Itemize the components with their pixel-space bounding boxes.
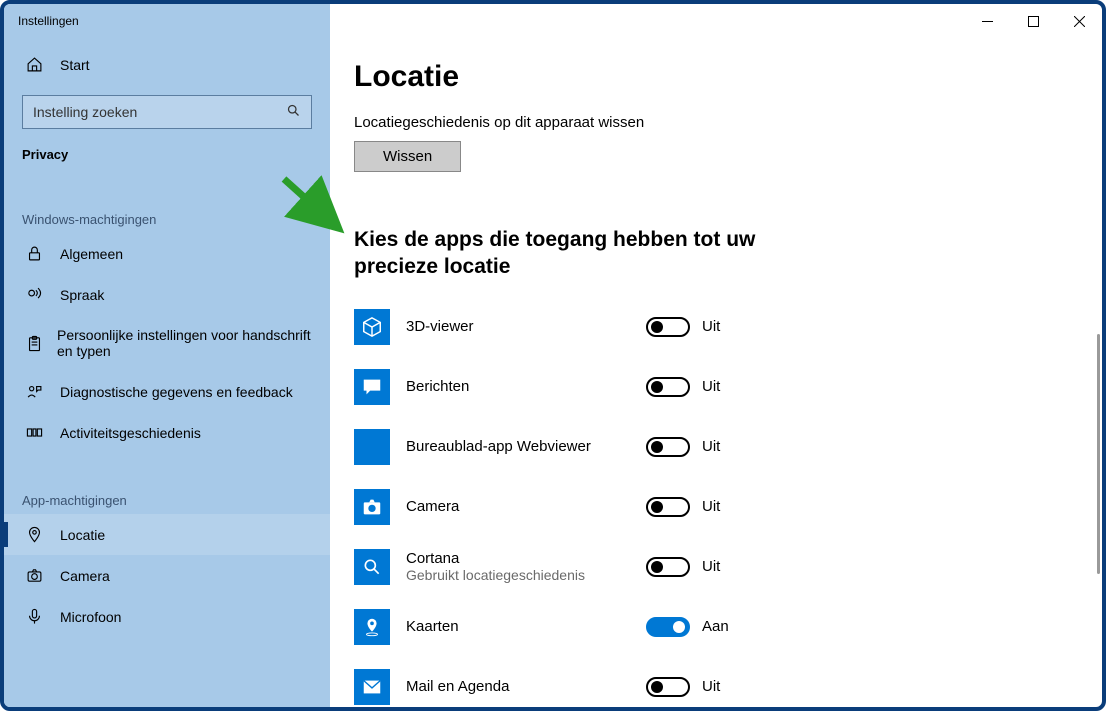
app-name: Camera	[406, 498, 646, 515]
toggle-state: Uit	[702, 678, 720, 695]
search-box[interactable]	[22, 95, 312, 129]
nav-general[interactable]: Algemeen	[4, 233, 330, 274]
nav-label: Algemeen	[60, 246, 123, 262]
app-icon-cube	[354, 309, 390, 345]
nav-camera[interactable]: Camera	[4, 555, 330, 596]
toggle-mail[interactable]	[646, 677, 690, 697]
nav-label: Spraak	[60, 287, 104, 303]
location-icon	[26, 526, 46, 543]
search-icon	[286, 103, 301, 121]
toggle-state: Uit	[702, 378, 720, 395]
app-icon-message	[354, 369, 390, 405]
toggle-3d-viewer[interactable]	[646, 317, 690, 337]
clear-button-label: Wissen	[383, 148, 432, 165]
main-content: Locatie Locatiegeschiedenis op dit appar…	[330, 4, 1102, 707]
toggle-state: Uit	[702, 318, 720, 335]
app-icon-camera	[354, 489, 390, 525]
lock-icon	[26, 245, 46, 262]
toggle-messaging[interactable]	[646, 377, 690, 397]
app-name: Berichten	[406, 378, 646, 395]
nav-label: Persoonlijke instellingen voor handschri…	[57, 327, 312, 359]
activity-icon	[26, 424, 46, 441]
nav-label: Diagnostische gegevens en feedback	[60, 384, 293, 400]
app-name: Mail en Agenda	[406, 678, 646, 695]
app-name: Bureaublad-app Webviewer	[406, 438, 646, 455]
app-row-desktop-webviewer: Bureaublad-app Webviewer Uit	[354, 417, 1062, 477]
app-row-mail: Mail en Agenda Uit	[354, 657, 1062, 707]
toggle-webviewer[interactable]	[646, 437, 690, 457]
app-row-camera: Camera Uit	[354, 477, 1062, 537]
camera-icon	[26, 567, 46, 584]
minimize-button[interactable]	[964, 4, 1010, 38]
app-icon-maps	[354, 609, 390, 645]
mic-icon	[26, 608, 46, 625]
app-icon-blank	[354, 429, 390, 465]
scrollbar[interactable]	[1097, 334, 1100, 574]
feedback-icon	[26, 383, 46, 400]
close-button[interactable]	[1056, 4, 1102, 38]
clear-button[interactable]: Wissen	[354, 141, 461, 172]
app-list: 3D-viewer Uit Berichten Uit	[354, 297, 1062, 707]
window-controls	[964, 4, 1102, 38]
nav-diagnostics[interactable]: Diagnostische gegevens en feedback	[4, 371, 330, 412]
search-input[interactable]	[33, 104, 286, 120]
apps-section-heading: Kies de apps die toegang hebben tot uw p…	[354, 226, 814, 281]
nav-label: Activiteitsgeschiedenis	[60, 425, 201, 441]
home-icon	[26, 56, 46, 73]
toggle-camera[interactable]	[646, 497, 690, 517]
sidebar: Start Privacy Windows-machtigingen Algem…	[4, 4, 330, 707]
maximize-button[interactable]	[1010, 4, 1056, 38]
window-title: Instellingen	[18, 14, 79, 28]
nav-label: Camera	[60, 568, 110, 584]
app-row-messaging: Berichten Uit	[354, 357, 1062, 417]
history-label: Locatiegeschiedenis op dit apparaat wiss…	[354, 114, 1062, 131]
home-button[interactable]: Start	[4, 48, 330, 81]
speech-icon	[26, 286, 46, 303]
app-sublabel: Gebruikt locatiegeschiedenis	[406, 567, 646, 583]
toggle-state: Uit	[702, 498, 720, 515]
toggle-state: Aan	[702, 618, 729, 635]
app-row-maps: Kaarten Aan	[354, 597, 1062, 657]
nav-label: Microfoon	[60, 609, 121, 625]
toggle-state: Uit	[702, 558, 720, 575]
nav-activity[interactable]: Activiteitsgeschiedenis	[4, 412, 330, 453]
home-label: Start	[60, 57, 90, 73]
app-icon-mail	[354, 669, 390, 705]
nav-speech[interactable]: Spraak	[4, 274, 330, 315]
settings-window: Instellingen Start Privacy	[0, 0, 1106, 711]
app-icon-search	[354, 549, 390, 585]
app-name: Kaarten	[406, 618, 646, 635]
clipboard-icon	[26, 335, 43, 352]
category-label: Privacy	[22, 147, 312, 162]
app-name: Cortana	[406, 550, 646, 567]
nav-microphone[interactable]: Microfoon	[4, 596, 330, 637]
page-title: Locatie	[354, 60, 1062, 94]
section-windows-permissions: Windows-machtigingen	[22, 212, 312, 227]
title-bar: Instellingen	[4, 4, 1102, 38]
nav-label: Locatie	[60, 527, 105, 543]
toggle-maps[interactable]	[646, 617, 690, 637]
section-app-permissions: App-machtigingen	[22, 493, 312, 508]
app-row-3d-viewer: 3D-viewer Uit	[354, 297, 1062, 357]
nav-location[interactable]: Locatie	[4, 514, 330, 555]
toggle-state: Uit	[702, 438, 720, 455]
app-name: 3D-viewer	[406, 318, 646, 335]
nav-inking[interactable]: Persoonlijke instellingen voor handschri…	[4, 315, 330, 371]
app-row-cortana: Cortana Gebruikt locatiegeschiedenis Uit	[354, 537, 1062, 597]
toggle-cortana[interactable]	[646, 557, 690, 577]
